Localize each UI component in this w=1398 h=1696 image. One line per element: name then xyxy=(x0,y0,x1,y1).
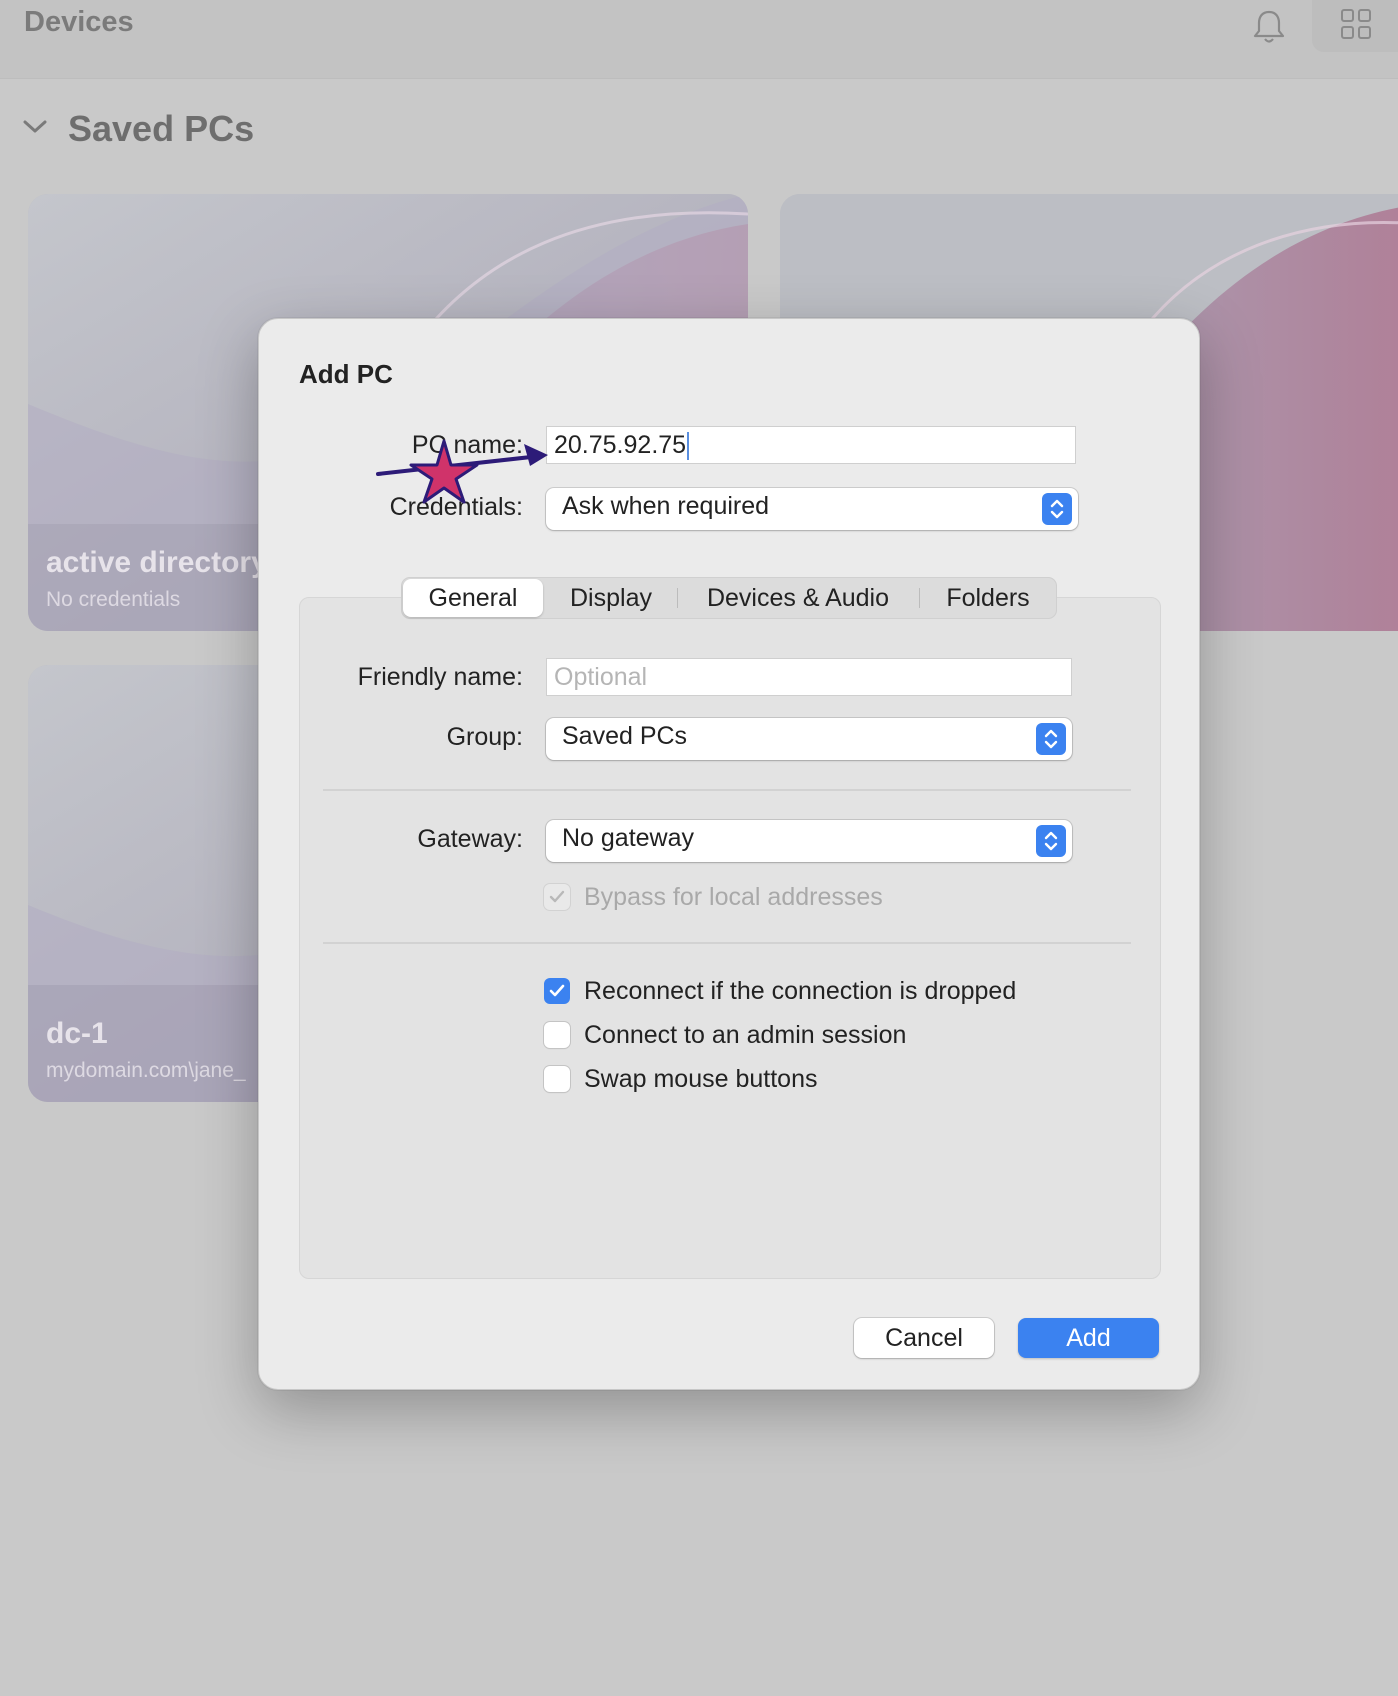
grid-view-icon xyxy=(1341,9,1371,39)
tab-general[interactable]: General xyxy=(403,579,543,617)
tab-devices-audio[interactable]: Devices & Audio xyxy=(681,579,915,617)
gateway-label: Gateway: xyxy=(417,825,523,853)
tab-panel xyxy=(299,597,1161,1279)
bell-icon[interactable] xyxy=(1252,8,1286,46)
popup-stepper-icon xyxy=(1036,825,1066,857)
pc-card-name: dc-1 xyxy=(46,1017,108,1050)
pc-card-credentials: No credentials xyxy=(46,588,181,611)
add-button[interactable]: Add xyxy=(1018,1318,1159,1358)
top-bar: Devices xyxy=(0,0,1398,79)
credentials-popup[interactable]: Ask when required xyxy=(546,488,1078,530)
text-caret xyxy=(687,432,690,461)
admin-session-label: Connect to an admin session xyxy=(584,1021,907,1049)
tab-folders[interactable]: Folders xyxy=(923,579,1053,617)
group-label: Group: xyxy=(446,723,523,751)
credentials-label: Credentials: xyxy=(389,493,523,521)
group-popup[interactable]: Saved PCs xyxy=(546,718,1072,760)
gateway-value: No gateway xyxy=(562,824,695,852)
admin-session-checkbox[interactable] xyxy=(544,1022,570,1048)
popup-stepper-icon xyxy=(1036,723,1066,755)
checkmark-icon xyxy=(549,890,565,903)
separator xyxy=(323,942,1131,944)
gateway-popup[interactable]: No gateway xyxy=(546,820,1072,862)
checkmark-icon xyxy=(549,984,565,997)
tab-display[interactable]: Display xyxy=(547,579,675,617)
add-pc-dialog: Add PC PC name: 20.75.92.75 Credentials:… xyxy=(258,318,1200,1390)
app-title: Devices xyxy=(24,6,134,38)
bypass-label: Bypass for local addresses xyxy=(584,883,883,911)
credentials-value: Ask when required xyxy=(562,492,770,520)
friendly-name-input[interactable]: Optional xyxy=(546,658,1072,696)
pc-name-value: 20.75.92.75 xyxy=(554,431,687,459)
chevron-down-icon[interactable] xyxy=(22,118,48,136)
popup-stepper-icon xyxy=(1042,493,1072,525)
tab-separator xyxy=(919,588,920,608)
pc-card-credentials: mydomain.com\jane_ xyxy=(46,1059,246,1082)
tab-separator xyxy=(677,588,678,608)
bypass-checkbox xyxy=(544,884,570,910)
group-value: Saved PCs xyxy=(562,722,688,750)
swap-mouse-checkbox[interactable] xyxy=(544,1066,570,1092)
reconnect-label: Reconnect if the connection is dropped xyxy=(584,977,1017,1005)
separator xyxy=(323,789,1131,791)
friendly-name-label: Friendly name: xyxy=(357,663,523,691)
tab-bar: General Display Devices & Audio Folders xyxy=(401,577,1057,619)
pc-name-input[interactable]: 20.75.92.75 xyxy=(546,426,1076,464)
grid-view-button[interactable] xyxy=(1312,0,1398,52)
dialog-title: Add PC xyxy=(299,359,393,389)
pc-card-name: active directory xyxy=(46,546,268,579)
cancel-button[interactable]: Cancel xyxy=(854,1318,994,1358)
reconnect-checkbox[interactable] xyxy=(544,978,570,1004)
pc-name-label: PC name: xyxy=(411,431,523,459)
section-title: Saved PCs xyxy=(68,108,255,149)
swap-mouse-label: Swap mouse buttons xyxy=(584,1065,818,1093)
